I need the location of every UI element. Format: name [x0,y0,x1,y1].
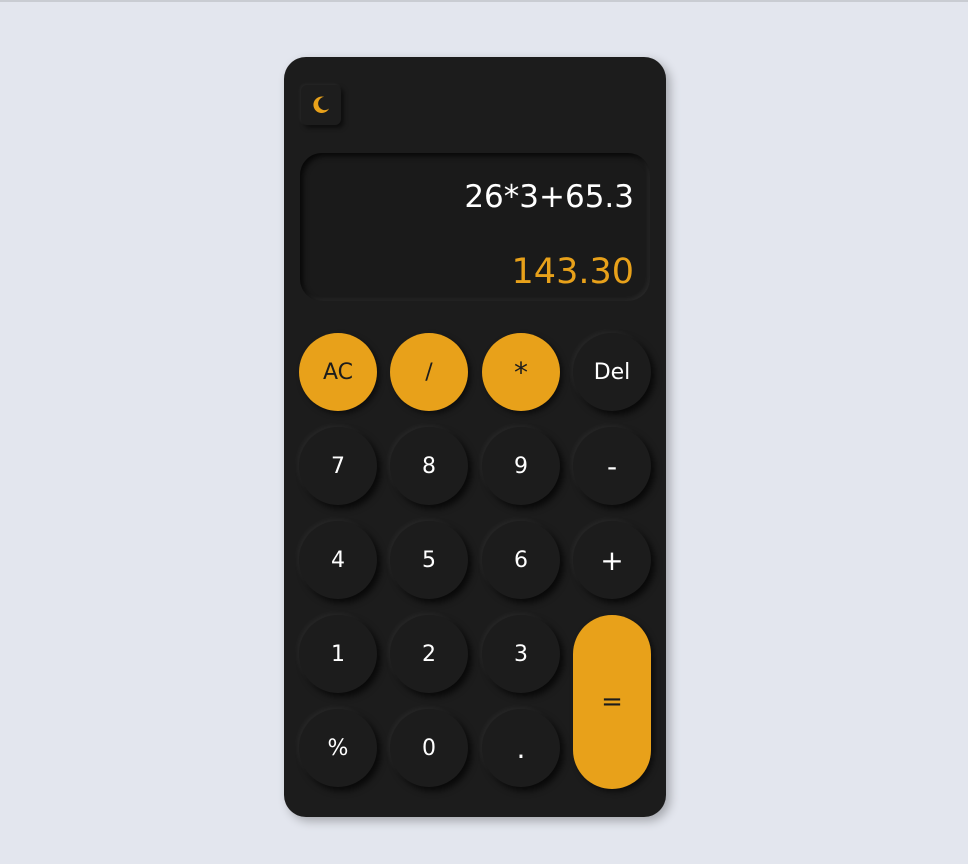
digit-3-button[interactable]: 3 [482,615,560,693]
digit-7-button[interactable]: 7 [299,427,377,505]
delete-button[interactable]: Del [573,333,651,411]
percent-button[interactable]: % [299,709,377,787]
multiply-button[interactable]: * [482,333,560,411]
clear-button[interactable]: AC [299,333,377,411]
calculator: 26*3+65.3 143.30 AC / * Del 7 8 9 - 4 5 … [284,57,666,817]
digit-8-button[interactable]: 8 [390,427,468,505]
window-top-border [0,0,968,2]
digit-0-button[interactable]: 0 [390,709,468,787]
minus-button[interactable]: - [573,427,651,505]
equals-button[interactable]: = [573,615,651,789]
theme-toggle-button[interactable] [301,85,341,125]
digit-2-button[interactable]: 2 [390,615,468,693]
expression-text: 26*3+65.3 [464,179,634,215]
digit-9-button[interactable]: 9 [482,427,560,505]
display-screen: 26*3+65.3 143.30 [300,153,650,301]
digit-6-button[interactable]: 6 [482,521,560,599]
divide-button[interactable]: / [390,333,468,411]
digit-5-button[interactable]: 5 [390,521,468,599]
plus-button[interactable]: + [573,521,651,599]
digit-4-button[interactable]: 4 [299,521,377,599]
result-text: 143.30 [511,252,634,292]
decimal-point-button[interactable]: . [482,709,560,787]
moon-icon [313,96,330,114]
digit-1-button[interactable]: 1 [299,615,377,693]
